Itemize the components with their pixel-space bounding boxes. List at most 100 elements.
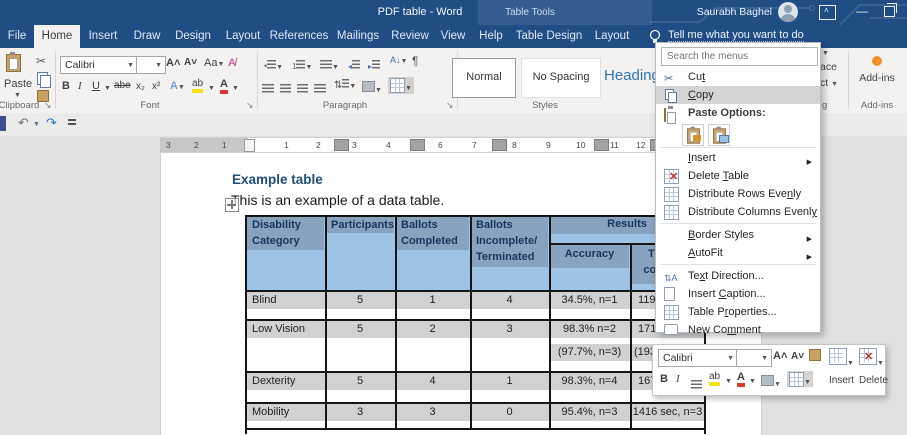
tell-me-box[interactable]: Tell me what you want to do [668,29,804,42]
mini-borders-button[interactable]: ▼ [787,371,813,387]
tab-view[interactable]: View [434,25,472,48]
table-move-handle[interactable] [225,198,239,212]
grow-font-button[interactable]: A˄ [166,57,180,69]
indent-marker[interactable] [244,139,255,152]
tab-help[interactable]: Help [472,25,510,48]
mini-grow-font-button[interactable]: A˄ [773,350,787,362]
mini-shading-button[interactable]: ▼ [761,373,781,391]
font-dialog-launcher[interactable]: ↘ [246,100,254,111]
mini-insert-button[interactable]: ▼ [829,348,854,370]
tab-mailings[interactable]: Mailings [330,25,386,48]
mini-shrink-font-button[interactable]: A˅ [791,351,804,362]
align-center-button[interactable] [280,80,291,98]
change-case-button[interactable]: Aa▼ [204,57,224,69]
italic-button[interactable]: I [78,80,82,92]
clipboard-dialog-launcher[interactable]: ↘ [44,100,52,111]
bold-button[interactable]: B [62,80,70,92]
column-marker[interactable] [492,139,507,151]
menu-item-cut[interactable]: ✂ Cut [656,68,820,86]
tab-file[interactable]: File [0,25,34,48]
increase-indent-button[interactable]: ▸ [368,56,380,74]
editing-fragment-label: g [822,100,827,111]
user-name[interactable]: Saurabh Baghel [688,0,772,25]
bullets-button[interactable]: •▼ [264,56,283,74]
strikethrough-button[interactable]: abe [114,80,131,91]
mini-delete-button[interactable]: ✕▼ [859,348,884,370]
align-right-button[interactable] [297,80,308,98]
tab-design[interactable]: Design [168,25,218,48]
text-effects-button[interactable]: A▼ [170,80,185,92]
menu-item-distribute-columns[interactable]: Distribute Columns Evenly [656,203,820,221]
ribbon-display-options-icon[interactable]: ˄ [819,5,836,20]
mini-font-size-combo[interactable]: ▼ [736,349,772,367]
style-no-spacing[interactable]: No Spacing [521,58,601,98]
clear-formatting-button[interactable]: A̸ [228,57,236,69]
shrink-font-button[interactable]: A˅ [184,57,197,68]
undo-dropdown-caret[interactable]: ▼ [33,121,40,128]
justify-button[interactable] [314,80,326,98]
undo-icon[interactable]: ↶ [18,115,29,131]
restore-button[interactable] [884,6,895,17]
avatar[interactable] [778,2,798,22]
align-left-button[interactable] [262,80,274,98]
add-ins-button[interactable]: Add-ins [852,52,902,84]
tab-table-design[interactable]: Table Design [512,25,586,48]
column-marker[interactable] [594,139,609,151]
multilevel-list-button[interactable]: ▼ [320,56,339,74]
tab-insert[interactable]: Insert [80,25,126,48]
mini-italic-button[interactable]: I [676,373,680,385]
tab-review[interactable]: Review [386,25,434,48]
menu-item-text-direction[interactable]: ⇅A Text Direction... [656,267,820,285]
mini-font-color-button[interactable]: A [737,371,745,387]
menu-item-insert-caption[interactable]: Insert Caption... [656,285,820,303]
line-spacing-button[interactable]: ⇅▼ [334,79,356,91]
decrease-indent-button[interactable]: ◂ [348,56,360,74]
font-color-button[interactable]: A [220,78,228,94]
paste-picture-button[interactable] [708,124,730,146]
menu-item-new-comment[interactable]: New Comment [656,321,820,339]
tab-layout[interactable]: Layout [218,25,268,48]
save-icon[interactable] [0,116,6,131]
mini-highlight-button[interactable]: ab [709,371,720,386]
minimize-button[interactable]: — [856,4,868,18]
cut-icon[interactable]: ✂ [36,54,46,68]
menu-item-copy[interactable]: Copy [656,86,820,104]
borders-button[interactable]: ▼ [388,77,414,94]
superscript-button[interactable]: x² [152,81,160,92]
menu-item-distribute-rows[interactable]: Distribute Rows Evenly [656,185,820,203]
mini-bold-button[interactable]: B [660,373,668,385]
shading-button[interactable]: ▼ [362,79,382,97]
font-name-combo[interactable]: Calibri ▼ [60,56,138,74]
show-marks-button[interactable]: ¶ [412,54,418,68]
paste-button[interactable]: Paste ▼ [6,54,21,72]
sort-button[interactable]: A↓▼ [390,55,407,65]
menu-item-delete-table[interactable]: ✕ Delete Table [656,167,820,185]
highlight-button[interactable]: ab [192,78,203,93]
column-marker[interactable] [334,139,349,151]
paste-keep-formatting-button[interactable] [682,124,704,146]
col-header: Category [252,235,300,247]
mini-format-painter-icon[interactable] [809,349,821,361]
font-size-combo[interactable]: ▼ [136,56,166,74]
numbering-button[interactable]: 1▼ [292,56,312,74]
style-normal[interactable]: Normal [452,58,516,98]
mini-justify-button[interactable] [691,376,702,394]
tab-references[interactable]: References [268,25,330,48]
tab-home[interactable]: Home [34,25,80,48]
menu-item-insert[interactable]: Insert ▶ [656,149,820,167]
mini-font-name-combo[interactable]: Calibri ▼ [658,349,738,367]
copy-icon [664,88,679,102]
underline-button[interactable]: U [92,80,100,92]
tab-draw[interactable]: Draw [126,25,168,48]
column-marker[interactable] [410,139,425,151]
redo-icon[interactable]: ↷ [46,115,57,131]
menu-item-border-styles[interactable]: Border Styles ▶ [656,226,820,244]
copy-icon[interactable] [37,72,48,85]
tab-table-layout[interactable]: Layout [586,25,638,48]
customize-qat-icon[interactable] [68,119,76,121]
paragraph-dialog-launcher[interactable]: ↘ [446,100,454,111]
menu-item-table-properties[interactable]: Table Properties... [656,303,820,321]
subscript-button[interactable]: x₂ [136,81,145,92]
menu-search-input[interactable] [661,47,818,66]
menu-item-autofit[interactable]: AutoFit ▶ [656,244,820,262]
